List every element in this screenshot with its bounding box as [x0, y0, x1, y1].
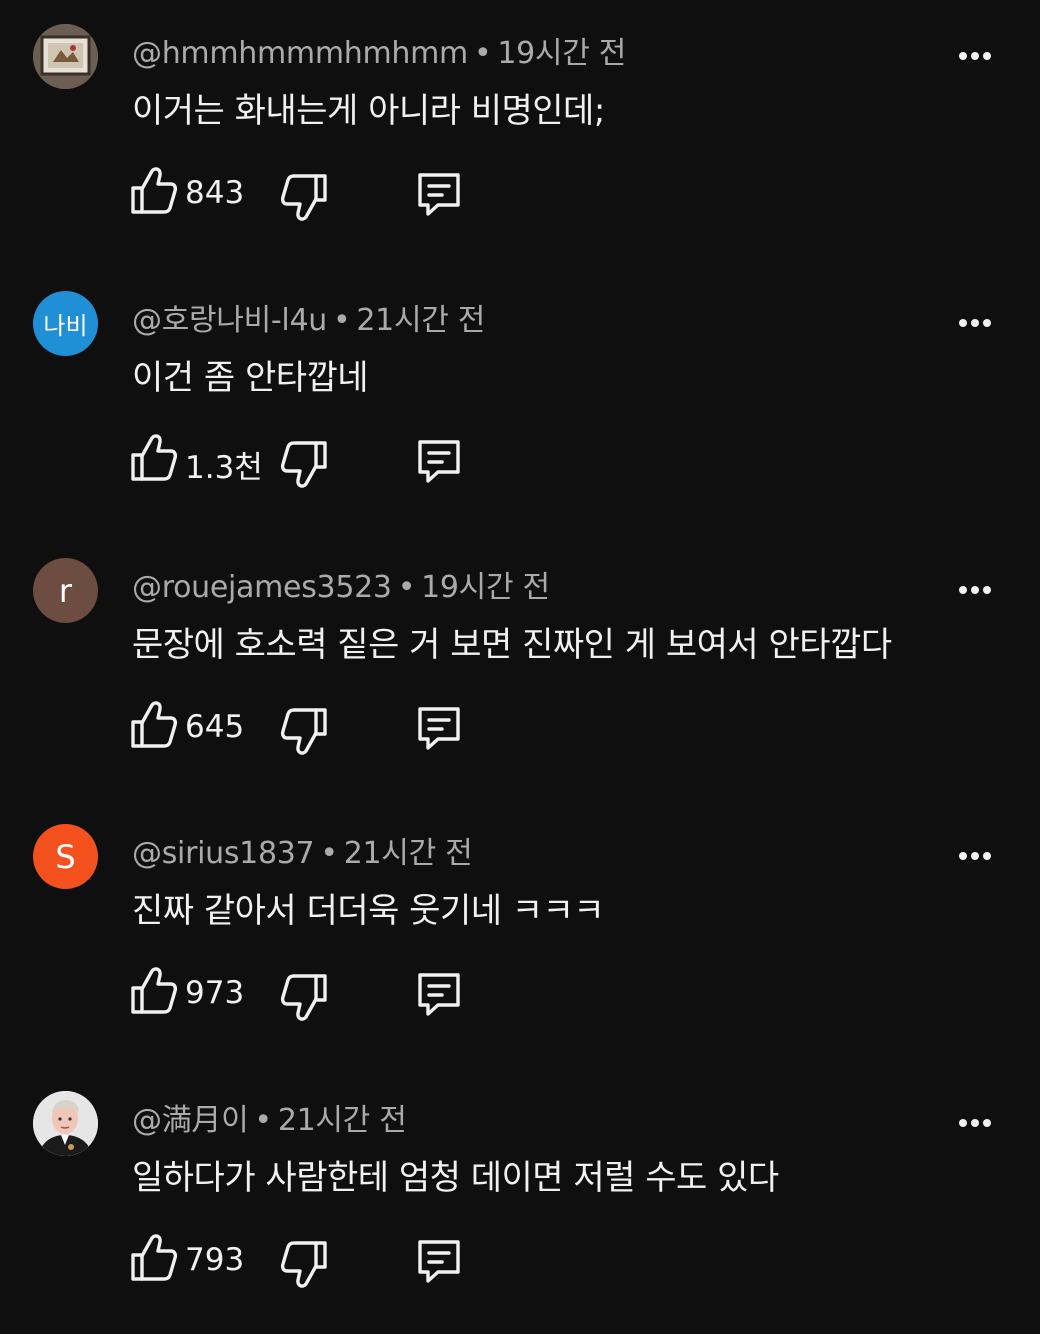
thumb-up-icon[interactable] [130, 432, 178, 484]
thumb-up-icon[interactable] [130, 965, 178, 1017]
thumb-down-icon[interactable] [280, 438, 328, 490]
comment-time: 21시간 전 [277, 1103, 407, 1138]
like-count: 973 [185, 975, 245, 1011]
more-vert-icon[interactable] [955, 303, 995, 343]
more-vert-icon[interactable] [955, 570, 995, 610]
meta-separator: • [397, 570, 416, 605]
like-count: 843 [185, 175, 245, 211]
comment-actions: 645 [130, 699, 530, 759]
meta-separator: • [320, 836, 338, 871]
framed-picture-avatar-icon [33, 24, 98, 89]
comment-actions: 843 [130, 165, 530, 225]
comment-icon[interactable] [414, 436, 464, 486]
avatar-label: S [55, 837, 76, 876]
like-count: 1.3천 [185, 450, 263, 486]
comment-meta: @hmmhmmmhmhmm • 19시간 전 [132, 28, 626, 72]
thumb-down-icon[interactable] [280, 705, 328, 757]
comment-actions: 1.3천 [130, 432, 530, 492]
more-vert-icon[interactable] [955, 36, 995, 76]
person-portrait-avatar-icon [33, 1091, 98, 1156]
avatar[interactable]: 나비 [33, 291, 98, 356]
comment-author[interactable]: @sirius1837 [132, 836, 315, 871]
thumb-up-icon[interactable] [130, 165, 178, 217]
comment-author[interactable]: @満月이 [132, 1103, 249, 1138]
comment-item: @hmmhmmmhmhmm • 19시간 전 이거는 화내는게 아니라 비명인데; … [0, 0, 1040, 267]
comment-time: 21시간 전 [356, 303, 486, 338]
thumb-down-icon[interactable] [280, 1238, 328, 1290]
comment-icon[interactable] [414, 969, 464, 1019]
thumb-up-icon[interactable] [130, 1232, 178, 1284]
comment-icon[interactable] [414, 169, 464, 219]
comment-text: 이거는 화내는게 아니라 비명인데; [132, 91, 605, 131]
avatar-label: 나비 [43, 312, 88, 340]
comment-meta: @호랑나비-l4u • 21시간 전 [132, 295, 485, 339]
meta-separator: • [473, 36, 492, 71]
avatar[interactable]: r [33, 558, 98, 623]
comment-actions: 793 [130, 1232, 530, 1292]
comment-author[interactable]: @rouejames3523 [132, 570, 392, 605]
avatar-label: r [58, 571, 73, 610]
comment-meta: @rouejames3523 • 19시간 전 [132, 562, 550, 606]
comment-actions: 973 [130, 965, 530, 1025]
more-vert-icon[interactable] [955, 836, 995, 876]
avatar[interactable]: S [33, 824, 98, 889]
comment-author[interactable]: @hmmhmmmhmhmm [132, 36, 468, 71]
avatar[interactable] [33, 24, 98, 89]
comment-item: @満月이 • 21시간 전 일하다가 사람한테 엄청 데이면 저럴 수도 있다 79… [0, 1067, 1040, 1334]
comment-time: 21시간 전 [343, 836, 473, 871]
comment-text: 진짜 같아서 더더욱 웃기네 ㅋㅋㅋ [132, 891, 605, 931]
comment-text: 문장에 호소력 짙은 거 보면 진짜인 게 보여서 안타깝다 [132, 625, 892, 665]
more-vert-icon[interactable] [955, 1103, 995, 1143]
comment-item: 나비 @호랑나비-l4u • 21시간 전 이건 좀 안타깝네 1.3천 [0, 267, 1040, 534]
comment-icon[interactable] [414, 703, 464, 753]
comment-meta: @満月이 • 21시간 전 [132, 1095, 407, 1139]
comment-time: 19시간 전 [421, 570, 550, 605]
like-count: 793 [185, 1242, 245, 1278]
thumb-up-icon[interactable] [130, 699, 178, 751]
comment-meta: @sirius1837 • 21시간 전 [132, 828, 473, 872]
like-count: 645 [185, 709, 245, 745]
comment-icon[interactable] [414, 1236, 464, 1286]
thumb-down-icon[interactable] [280, 971, 328, 1023]
meta-separator: • [254, 1103, 272, 1138]
comment-item: S @sirius1837 • 21시간 전 진짜 같아서 더더욱 웃기네 ㅋㅋㅋ … [0, 800, 1040, 1067]
thumb-down-icon[interactable] [280, 171, 328, 223]
avatar[interactable] [33, 1091, 98, 1156]
comment-author[interactable]: @호랑나비-l4u [132, 303, 327, 338]
comment-text: 이건 좀 안타깝네 [132, 358, 369, 398]
comment-item: r @rouejames3523 • 19시간 전 문장에 호소력 짙은 거 보면 … [0, 534, 1040, 801]
meta-separator: • [332, 303, 351, 338]
comment-time: 19시간 전 [497, 36, 627, 71]
comment-text: 일하다가 사람한테 엄청 데이면 저럴 수도 있다 [132, 1158, 779, 1198]
